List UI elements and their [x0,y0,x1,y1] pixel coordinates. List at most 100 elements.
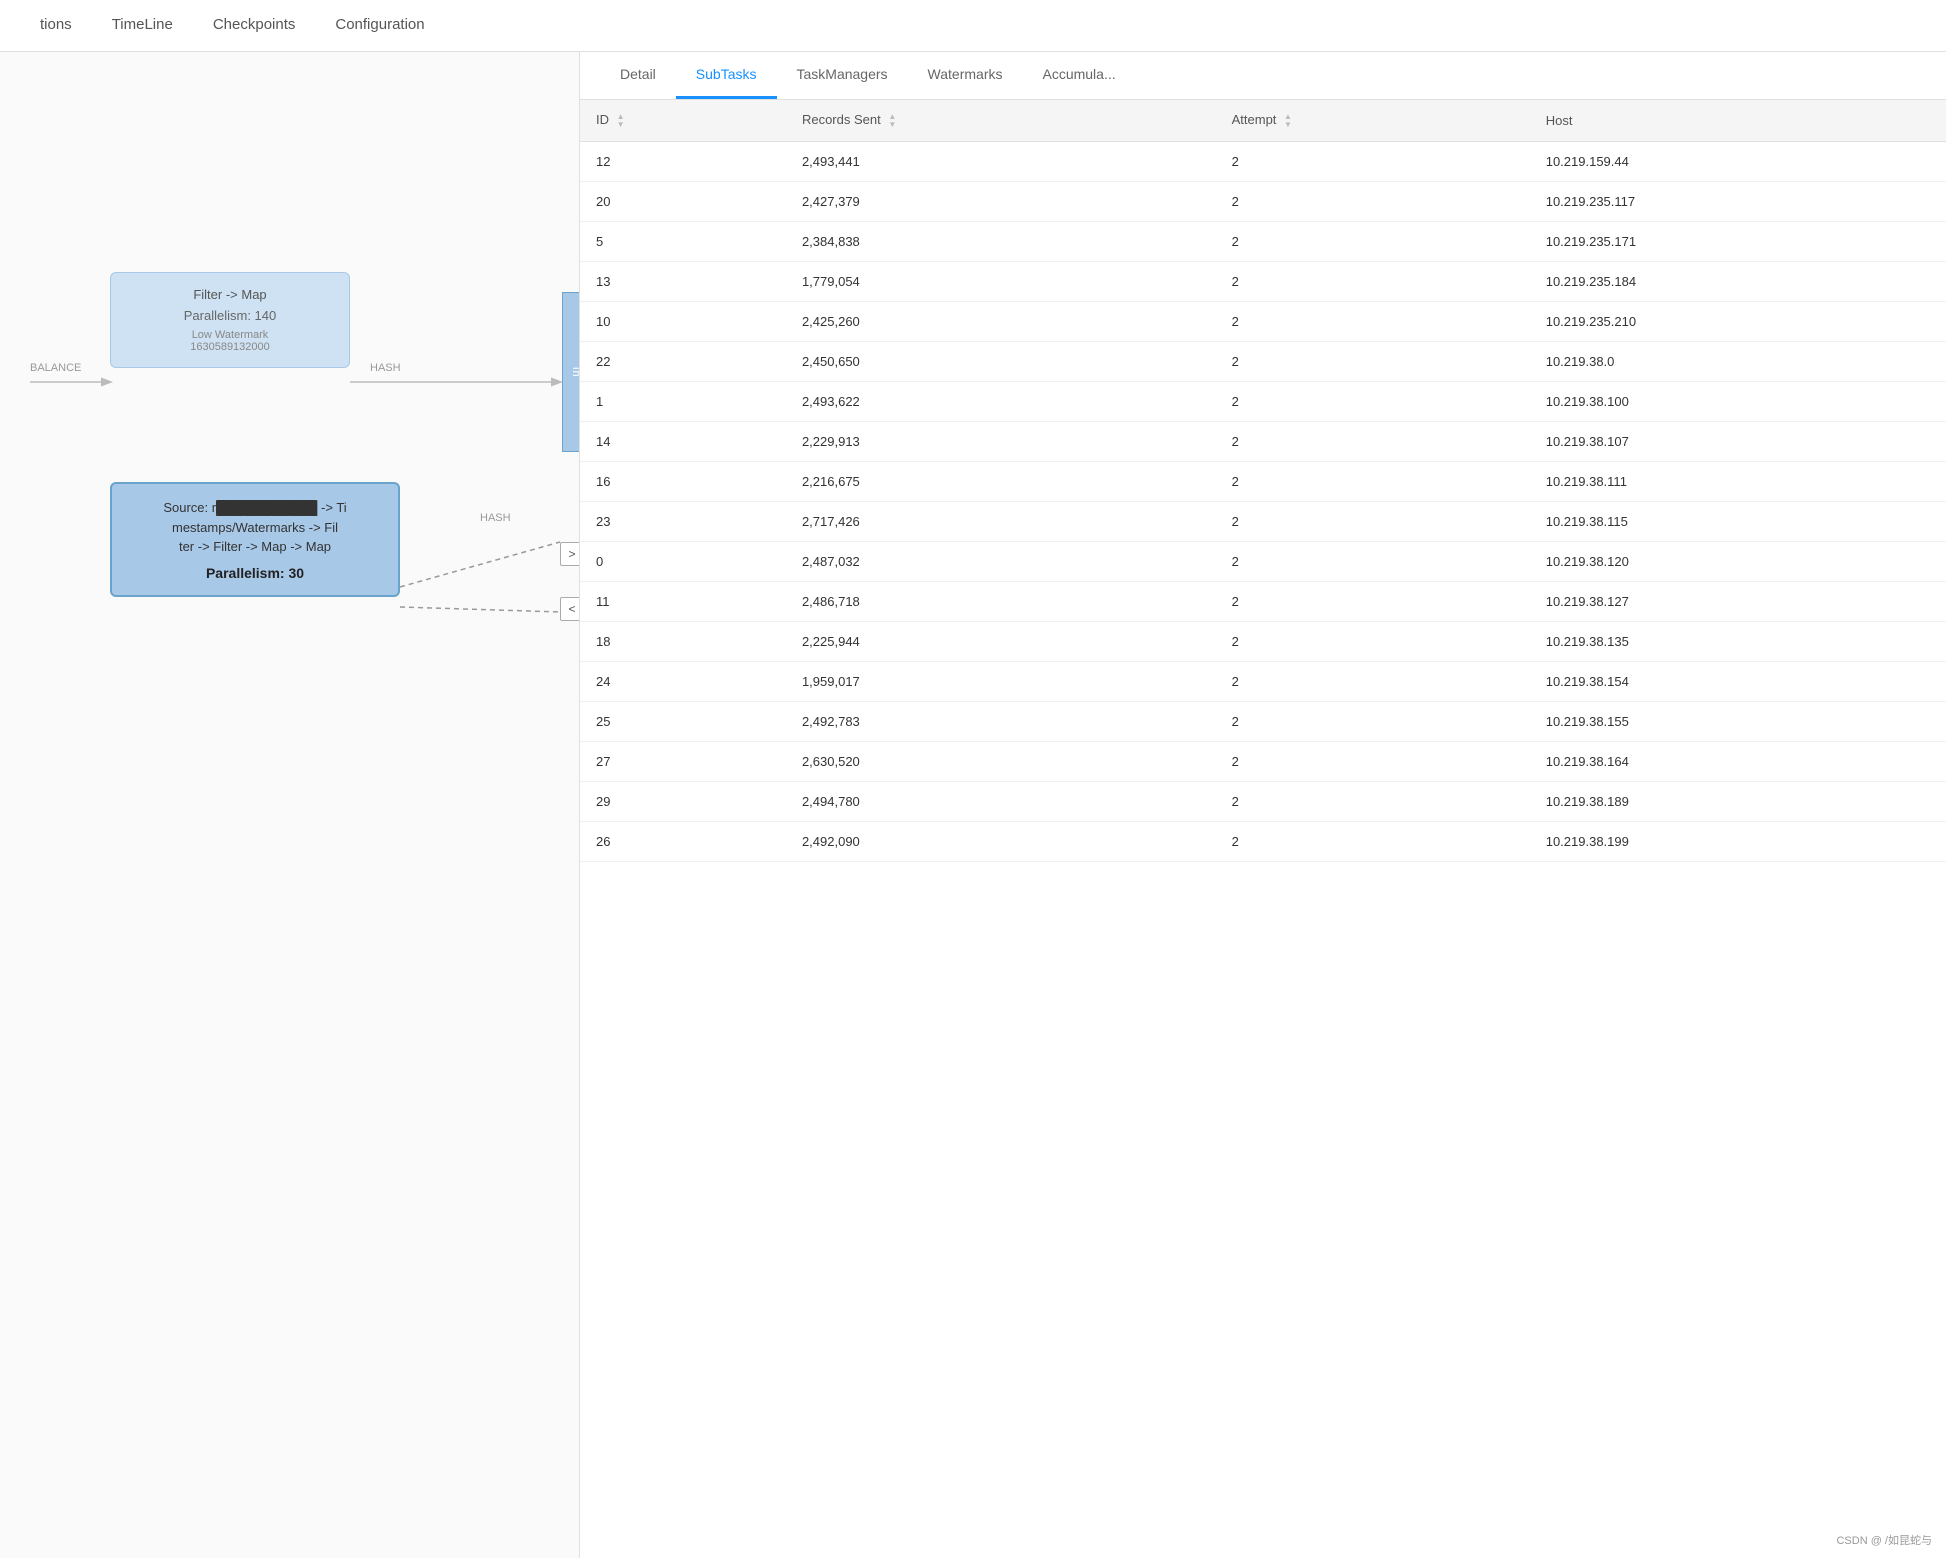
nav-item-checkpoints[interactable]: Checkpoints [193,0,316,52]
table-row: 12,493,622210.219.38.100 [580,381,1946,421]
subtasks-table: ID ▲▼ Records Sent ▲▼ Attempt ▲▼ Host [580,100,1946,862]
table-row: 222,450,650210.219.38.0 [580,341,1946,381]
tab-watermarks[interactable]: Watermarks [908,52,1023,99]
cell-attempt: 2 [1216,781,1530,821]
cell-records_sent: 2,492,783 [786,701,1216,741]
nav-item-timeline[interactable]: TimeLine [92,0,193,52]
cell-records_sent: 2,427,379 [786,181,1216,221]
col-host[interactable]: Host [1530,100,1946,141]
cell-host: 10.219.235.210 [1530,301,1946,341]
sort-icon-attempt: ▲▼ [1284,113,1292,129]
hash-label-1: HASH [370,362,401,374]
cell-records_sent: 1,959,017 [786,661,1216,701]
table-row: 02,487,032210.219.38.120 [580,541,1946,581]
cell-id: 0 [580,541,786,581]
cell-host: 10.219.38.135 [1530,621,1946,661]
cell-id: 13 [580,261,786,301]
cell-records_sent: 2,225,944 [786,621,1216,661]
hash-label-2: HASH [480,512,511,524]
cell-host: 10.219.38.154 [1530,661,1946,701]
cell-host: 10.219.235.117 [1530,181,1946,221]
node-source[interactable]: Source: r███████████ -> Timestamps/Water… [110,482,400,597]
table-row: 52,384,838210.219.235.171 [580,221,1946,261]
cell-host: 10.219.38.115 [1530,501,1946,541]
cell-id: 22 [580,341,786,381]
cell-host: 10.219.235.171 [1530,221,1946,261]
cell-host: 10.219.38.107 [1530,421,1946,461]
cell-records_sent: 2,492,090 [786,821,1216,861]
table-row: 162,216,675210.219.38.111 [580,461,1946,501]
node-filter-map[interactable]: Filter -> Map Parallelism: 140 Low Water… [110,272,350,368]
sort-icon-id: ▲▼ [617,113,625,129]
watermark-logo: CSDN @ /如昆蛇与 [1830,1530,1938,1550]
col-attempt[interactable]: Attempt ▲▼ [1216,100,1530,141]
col-id[interactable]: ID ▲▼ [580,100,786,141]
cell-id: 1 [580,381,786,421]
cell-host: 10.219.38.155 [1530,701,1946,741]
tab-accumula[interactable]: Accumula... [1022,52,1135,99]
cell-id: 14 [580,421,786,461]
graph-area: BALANCE HASH HASH Filter -> Map Parallel… [0,52,580,1558]
node-ingest: in [562,292,580,452]
node-filter-map-watermark-value: 1630589132000 [129,341,331,353]
cell-records_sent: 2,493,622 [786,381,1216,421]
tab-detail[interactable]: Detail [600,52,676,99]
node-source-parallelism: Parallelism: 30 [130,565,380,581]
expand-button-1[interactable]: > [560,542,580,566]
cell-attempt: 2 [1216,661,1530,701]
cell-records_sent: 1,779,054 [786,261,1216,301]
table-row: 112,486,718210.219.38.127 [580,581,1946,621]
cell-host: 10.219.38.100 [1530,381,1946,421]
table-row: 292,494,780210.219.38.189 [580,781,1946,821]
table-row: 122,493,441210.219.159.44 [580,141,1946,181]
cell-attempt: 2 [1216,461,1530,501]
cell-id: 24 [580,661,786,701]
col-records-sent[interactable]: Records Sent ▲▼ [786,100,1216,141]
cell-id: 20 [580,181,786,221]
table-header-row: ID ▲▼ Records Sent ▲▼ Attempt ▲▼ Host [580,100,1946,141]
table-container[interactable]: ID ▲▼ Records Sent ▲▼ Attempt ▲▼ Host [580,100,1946,1558]
tab-subtasks[interactable]: SubTasks [676,52,777,99]
cell-host: 10.219.38.199 [1530,821,1946,861]
cell-attempt: 2 [1216,501,1530,541]
cell-host: 10.219.38.0 [1530,341,1946,381]
cell-records_sent: 2,229,913 [786,421,1216,461]
cell-attempt: 2 [1216,261,1530,301]
tab-taskmanagers[interactable]: TaskManagers [777,52,908,99]
cell-attempt: 2 [1216,821,1530,861]
cell-id: 11 [580,581,786,621]
cell-host: 10.219.38.120 [1530,541,1946,581]
cell-host: 10.219.235.184 [1530,261,1946,301]
cell-attempt: 2 [1216,301,1530,341]
right-panel: Detail SubTasks TaskManagers Watermarks … [580,52,1946,1558]
cell-attempt: 2 [1216,141,1530,181]
table-row: 202,427,379210.219.235.117 [580,181,1946,221]
cell-id: 26 [580,821,786,861]
node-filter-map-watermark-label: Low Watermark [129,329,331,341]
cell-attempt: 2 [1216,701,1530,741]
nav-item-tions[interactable]: tions [20,0,92,52]
cell-records_sent: 2,494,780 [786,781,1216,821]
cell-host: 10.219.38.164 [1530,741,1946,781]
cell-records_sent: 2,717,426 [786,501,1216,541]
cell-id: 23 [580,501,786,541]
nav-item-configuration[interactable]: Configuration [315,0,444,52]
cell-attempt: 2 [1216,581,1530,621]
expand-button-2[interactable]: < [560,597,580,621]
cell-id: 27 [580,741,786,781]
table-row: 131,779,054210.219.235.184 [580,261,1946,301]
node-filter-map-title: Filter -> Map [129,287,331,302]
cell-host: 10.219.38.111 [1530,461,1946,501]
table-row: 142,229,913210.219.38.107 [580,421,1946,461]
cell-host: 10.219.38.189 [1530,781,1946,821]
cell-records_sent: 2,216,675 [786,461,1216,501]
node-source-title: Source: r███████████ -> Timestamps/Water… [130,498,380,557]
cell-id: 5 [580,221,786,261]
cell-id: 29 [580,781,786,821]
cell-host: 10.219.159.44 [1530,141,1946,181]
cell-id: 16 [580,461,786,501]
table-row: 272,630,520210.219.38.164 [580,741,1946,781]
cell-attempt: 2 [1216,221,1530,261]
table-row: 102,425,260210.219.235.210 [580,301,1946,341]
cell-id: 12 [580,141,786,181]
